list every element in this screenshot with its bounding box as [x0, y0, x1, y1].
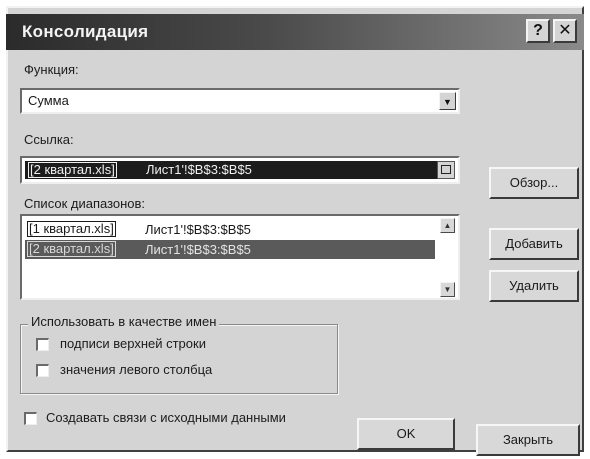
close-window-button[interactable]: ✕ — [553, 19, 577, 43]
collapse-dialog-icon[interactable] — [437, 161, 455, 179]
close-icon: ✕ — [558, 22, 572, 39]
help-icon: ? — [533, 22, 543, 39]
window-title: Консолидация — [22, 22, 149, 41]
chevron-down-icon[interactable]: ▼ — [439, 92, 456, 110]
reference-label: Ссылка: — [24, 132, 74, 147]
reference-range-text: Лист1'!$B$3:$B$5 — [146, 162, 252, 177]
top-row-label[interactable]: подписи верхней строки — [60, 336, 206, 351]
delete-button[interactable]: Удалить — [489, 270, 579, 302]
reference-file-text: [2 квартал.xls] — [28, 162, 117, 178]
ok-button[interactable]: OK — [357, 418, 455, 450]
scroll-up-icon[interactable]: ▲ — [440, 218, 455, 233]
use-labels-legend: Использовать в качестве имен — [28, 314, 220, 329]
use-labels-group — [20, 324, 338, 394]
scroll-down-icon[interactable]: ▼ — [440, 282, 455, 297]
create-links-checkbox[interactable] — [24, 412, 37, 425]
browse-button[interactable]: Обзор... — [489, 167, 579, 199]
list-item[interactable]: [1 квартал.xls] Лист1'!$B$3:$B$5 — [25, 220, 435, 238]
close-button[interactable]: Закрыть — [476, 424, 580, 456]
help-button[interactable]: ? — [526, 19, 550, 43]
reference-input[interactable]: [2 квартал.xls] Лист1'!$B$3:$B$5 — [20, 156, 460, 184]
list-item-selected[interactable]: [2 квартал.xls] Лист1'!$B$3:$B$5 — [25, 240, 435, 259]
function-value: Сумма — [28, 93, 69, 108]
left-column-label[interactable]: значения левого столбца — [60, 362, 212, 377]
list-item-file: [1 квартал.xls] — [27, 221, 116, 237]
ranges-label: Список диапазонов: — [24, 196, 146, 211]
ranges-list[interactable]: [1 квартал.xls] Лист1'!$B$3:$B$5 [2 квар… — [20, 214, 460, 300]
function-combobox[interactable]: Сумма ▼ — [20, 88, 460, 114]
list-item-range: Лист1'!$B$3:$B$5 — [145, 242, 251, 257]
left-column-checkbox[interactable] — [36, 364, 49, 377]
top-row-checkbox[interactable] — [36, 338, 49, 351]
list-item-range: Лист1'!$B$3:$B$5 — [145, 222, 251, 237]
function-label: Функция: — [24, 62, 79, 77]
add-button[interactable]: Добавить — [489, 228, 579, 260]
create-links-label[interactable]: Создавать связи с исходными данными — [46, 410, 286, 425]
list-item-file: [2 квартал.xls] — [27, 241, 116, 257]
